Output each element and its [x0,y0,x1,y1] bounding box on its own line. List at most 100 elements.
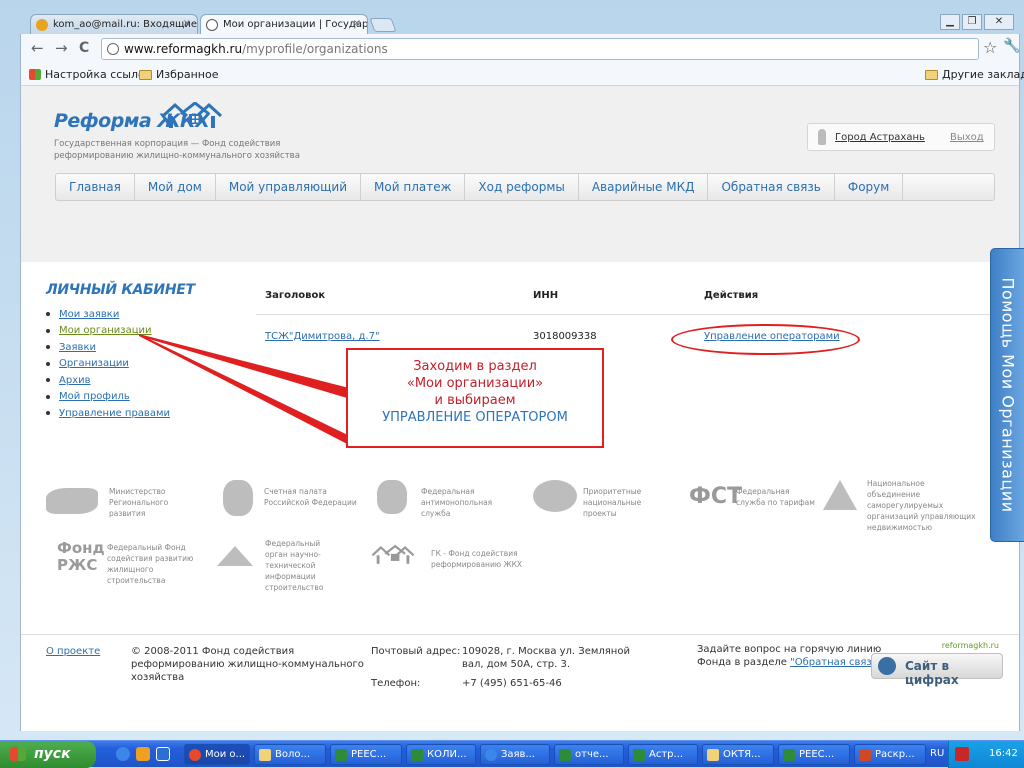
close-icon[interactable]: × [183,18,191,29]
forward-icon[interactable]: → [55,40,68,56]
column-header-actions: Действия [704,290,759,301]
new-tab-button[interactable] [369,18,397,32]
site-footer: О проекте © 2008-2011 Фонд содействия ре… [21,634,1019,731]
media-player-icon[interactable] [136,747,150,761]
bookmark-settings[interactable]: Настройка ссылок [29,68,151,81]
help-side-tab[interactable]: Помощь Мои Организации [990,248,1024,542]
taskbar-item-chrome[interactable]: Мои о... [184,744,250,765]
about-link[interactable]: О проекте [46,646,100,657]
taskbar-item-label: отче... [575,749,609,760]
city-link[interactable]: Город Астрахань [835,132,925,143]
url-path: /myprofile/organizations [242,42,388,56]
taskbar-item-label: Раскр... [875,749,915,760]
close-window-button[interactable]: ✕ [984,14,1014,30]
hotline-text: Задайте вопрос на горячую линию Фонда в … [697,643,887,669]
logout-link[interactable]: Выход [950,132,984,143]
partner-label: Федеральный орган научно-технической инф… [265,539,324,592]
bookmark-favorites[interactable]: Избранное [139,68,218,81]
triangle-logo-icon[interactable] [823,480,857,510]
phone-value: +7 (495) 651-65-46 [462,678,562,689]
tab-bar: kom_ao@mail.ru: Входящие × Мои организац… [20,12,1020,34]
taskbar-item-label: Заяв... [501,749,535,760]
postal-label: Почтовый адрес: [371,646,461,657]
pyramid-logo-icon[interactable] [217,546,253,566]
minimize-button[interactable]: ▁ [940,14,960,30]
taskbar-item-excel[interactable]: отче... [554,744,624,765]
windows-flag-icon [29,69,41,80]
callout-line: Заходим в раздел [413,359,537,374]
taskbar-item-excel[interactable]: КОЛИ... [406,744,476,765]
browser-window: kom_ao@mail.ru: Входящие × Мои организац… [0,0,1024,768]
taskbar-item-folder[interactable]: ОКТЯ... [702,744,774,765]
clock: 16:42 [989,748,1018,759]
callout-line: «Мои организации» [406,376,544,391]
cifry-url: reformagkh.ru [941,641,999,650]
callout-line: УПРАВЛЕНИЕ ОПЕРАТОРОМ [382,410,568,425]
double-eagle-icon[interactable] [223,480,253,516]
taskbar-item-ie[interactable]: Заяв... [480,744,550,765]
annotation-callout: Заходим в раздел «Мои организации» и выб… [346,348,604,448]
taskbar-item-label: Мои о... [205,749,246,760]
tab-mail[interactable]: kom_ao@mail.ru: Входящие × [30,14,198,34]
national-projects-icon[interactable] [533,480,577,512]
folder-icon [139,69,152,80]
callout-line: и выбираем [434,393,516,408]
taskbar-item-label: РЕЕС... [351,749,387,760]
partner-label: Счетная палата Российской Федерации [264,487,357,507]
feedback-link[interactable]: "Обратная связь" [790,657,882,668]
language-indicator[interactable]: RU [930,748,944,759]
taskbar-item-excel[interactable]: РЕЕС... [778,744,850,765]
address-bar[interactable]: www.reformagkh.ru/myprofile/organization… [101,38,979,60]
globe-icon [206,19,218,31]
bookmark-label: Другие закладки [942,68,1024,81]
fund-houses-icon[interactable] [371,542,415,570]
excel-icon [335,749,347,761]
tab-label: Мои организации | Государс [223,19,368,30]
tab-organizations[interactable]: Мои организации | Государс × [200,14,368,34]
system-tray: 16:42 [948,741,1024,768]
windows-flag-icon [10,747,26,761]
partner-label: Федеральный Фонд содействия развитию жил… [107,543,194,585]
user-box: Город Астрахань Выход [807,123,995,151]
reload-icon[interactable]: C [79,40,89,56]
start-button[interactable]: пуск [0,741,96,768]
taskbar-item-excel[interactable]: Астр... [628,744,698,765]
site-in-numbers-widget[interactable]: reformagkh.ru Сайт в цифрах [871,641,1003,687]
tab-label: kom_ao@mail.ru: Входящие [53,19,198,30]
antivirus-icon[interactable] [955,747,969,761]
bookmark-label: Избранное [156,68,219,81]
partner-label: Национальное объединение саморегулируемы… [867,479,976,532]
folder-icon [925,69,938,80]
close-icon[interactable]: × [353,18,361,29]
web-page: Реформа ЖКХ Государственная корпорация —… [20,86,1020,731]
minregion-logo-icon[interactable] [46,488,98,514]
fst-logo[interactable]: ФСТ [689,484,742,509]
desktop-icon[interactable] [156,747,170,761]
powerpoint-icon [859,749,871,761]
ie-icon[interactable] [116,747,130,761]
taskbar-item-label: Воло... [275,749,311,760]
start-label: пуск [34,746,71,762]
user-icon [818,129,826,145]
taskbar-item-label: РЕЕС... [799,749,835,760]
bookmarks-bar: Настройка ссылок Избранное Другие заклад… [20,64,1024,86]
eagle-icon[interactable] [377,480,407,514]
fond-rzhs-logo[interactable]: Фонд РЖС [57,540,105,574]
nav-feedback[interactable]: Обратная связь [708,174,835,200]
chrome-icon [189,749,201,761]
browser-toolbar: ← → C www.reformagkh.ru/myprofile/organi… [20,34,1020,64]
maximize-button[interactable]: ❐ [962,14,982,30]
excel-icon [783,749,795,761]
taskbar-item-excel[interactable]: РЕЕС... [330,744,402,765]
taskbar-item-folder[interactable]: Воло... [254,744,326,765]
bookmark-label: Настройка ссылок [45,68,152,81]
bookmark-star-icon[interactable]: ☆ [983,38,997,57]
chart-icon [878,657,896,675]
nav-forum[interactable]: Форум [835,174,904,200]
taskbar-item-powerpoint[interactable]: Раскр... [854,744,926,765]
help-tab-label: Помощь Мои Организации [998,277,1017,513]
partner-label: Федеральная служба по тарифам [736,487,815,507]
other-bookmarks[interactable]: Другие закладки [925,68,1024,81]
wrench-icon[interactable]: 🔧 [1003,38,1020,54]
back-icon[interactable]: ← [31,40,44,56]
